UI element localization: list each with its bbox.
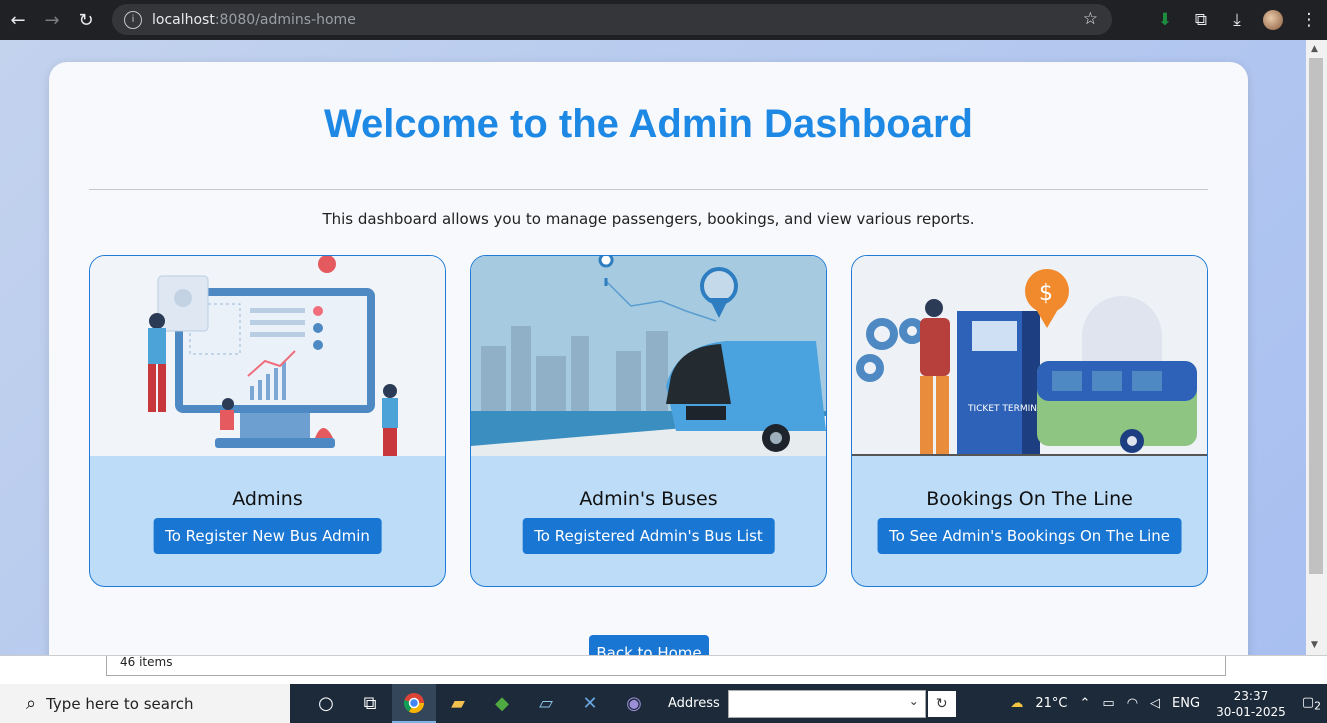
clock-date: 30-01-2025 xyxy=(1216,704,1286,719)
weather-temp[interactable]: 21°C xyxy=(1035,696,1067,711)
forward-arrow-icon[interactable]: → xyxy=(36,4,68,36)
mongodb-icon[interactable]: ◆ xyxy=(480,684,524,723)
profile-avatar[interactable] xyxy=(1255,10,1291,30)
page-title: Welcome to the Admin Dashboard xyxy=(324,102,973,146)
taskbar-search-box[interactable]: ⌕ Type here to search xyxy=(0,684,290,723)
ticket-terminal-illustration: TICKET TERMINAL $ xyxy=(852,256,1207,456)
browser-actions: ⬇ ⧉ ⤓ ⋮ xyxy=(1147,0,1327,40)
reload-icon[interactable]: ↻ xyxy=(70,4,102,36)
admin-buses-card: Admin's Buses To Registered Admin's Bus … xyxy=(470,255,827,587)
chrome-taskbar-icon[interactable] xyxy=(392,684,436,723)
extension-download-icon[interactable]: ⬇ xyxy=(1147,10,1183,30)
see-admin-bookings-button[interactable]: To See Admin's Bookings On The Line xyxy=(877,518,1182,554)
file-explorer-icon[interactable]: ▰ xyxy=(436,684,480,723)
page-viewport: Welcome to the Admin Dashboard This dash… xyxy=(0,40,1306,655)
wifi-icon[interactable]: ◠ xyxy=(1127,696,1138,711)
chevron-up-icon[interactable]: ⌃ xyxy=(1080,696,1091,711)
chevron-down-icon[interactable]: ⌄ xyxy=(909,694,919,708)
bookmark-star-icon[interactable]: ☆ xyxy=(1083,9,1098,29)
battery-icon[interactable]: ▭ xyxy=(1102,696,1114,711)
task-view-icon[interactable]: ⧉ xyxy=(348,684,392,723)
registered-admin-bus-list-button[interactable]: To Registered Admin's Bus List xyxy=(522,518,775,554)
notepad-icon[interactable]: ▱ xyxy=(524,684,568,723)
dashboard-container: Welcome to the Admin Dashboard This dash… xyxy=(49,62,1248,655)
admins-illustration xyxy=(90,256,445,456)
address-toolbar-input[interactable]: ⌄ xyxy=(727,689,926,718)
search-icon: ⌕ xyxy=(26,693,37,714)
eclipse-icon[interactable]: ◉ xyxy=(612,684,656,723)
site-info-icon[interactable]: i xyxy=(124,10,142,29)
bookings-card-title: Bookings On The Line xyxy=(926,488,1133,510)
title-divider xyxy=(89,189,1208,190)
address-label: Address xyxy=(668,696,720,711)
scroll-up-arrow-icon[interactable]: ▲ xyxy=(1311,44,1318,54)
ticket-terminal-sign: TICKET TERMINAL xyxy=(967,404,1048,414)
back-to-home-button[interactable]: Back to Home xyxy=(589,635,709,655)
scroll-down-arrow-icon[interactable]: ▼ xyxy=(1311,640,1318,650)
clock[interactable]: 23:37 30-01-2025 xyxy=(1216,688,1286,720)
page-subtitle: This dashboard allows you to manage pass… xyxy=(322,210,975,228)
system-tray: ☁ 21°C ⌃ ▭ ◠ ◁ ENG 23:37 30-01-2025 ▢2 xyxy=(1004,684,1327,723)
items-count: 46 items xyxy=(106,656,1226,676)
bus-city-illustration xyxy=(471,256,826,456)
downloads-icon[interactable]: ⤓ xyxy=(1219,10,1255,30)
url-host: localhost xyxy=(152,11,215,28)
url-path: :8080/admins-home xyxy=(214,11,356,28)
notification-count: 2 xyxy=(1314,699,1321,713)
menu-kebab-icon[interactable]: ⋮ xyxy=(1291,10,1327,30)
browser-toolbar: ← → ↻ i localhost:8080/admins-home ☆ ⬇ ⧉… xyxy=(0,0,1327,40)
search-placeholder: Type here to search xyxy=(46,694,194,713)
admin-buses-card-title: Admin's Buses xyxy=(579,488,718,510)
clock-time: 23:37 xyxy=(1233,688,1269,703)
back-arrow-icon[interactable]: ← xyxy=(2,4,34,36)
vs-code-icon[interactable]: ✕ xyxy=(568,684,612,723)
admins-card-title: Admins xyxy=(232,488,303,510)
page-scrollbar[interactable]: ▲ ▼ xyxy=(1306,40,1327,655)
volume-icon[interactable]: ◁ xyxy=(1150,696,1160,711)
language-indicator[interactable]: ENG xyxy=(1172,696,1200,711)
notification-center-icon[interactable]: ▢2 xyxy=(1302,695,1321,713)
weather-icon[interactable]: ☁ xyxy=(1010,696,1023,711)
cortana-circle-icon[interactable]: ○ xyxy=(304,684,348,723)
scrollbar-thumb[interactable] xyxy=(1309,58,1323,574)
address-go-icon[interactable]: ↻ xyxy=(927,690,956,717)
file-explorer-statusbar: 46 items xyxy=(0,655,1327,685)
windows-taskbar: ⌕ Type here to search ○ ⧉ ▰ ◆ ▱ ✕ ◉ Addr… xyxy=(0,684,1327,723)
svg-text:$: $ xyxy=(1039,281,1053,306)
bookings-card: TICKET TERMINAL $ Bookings On The Line T… xyxy=(851,255,1208,587)
register-new-bus-admin-button[interactable]: To Register New Bus Admin xyxy=(153,518,382,554)
admins-card: Admins To Register New Bus Admin xyxy=(89,255,446,587)
address-bar[interactable]: i localhost:8080/admins-home ☆ xyxy=(112,4,1112,35)
extensions-puzzle-icon[interactable]: ⧉ xyxy=(1183,10,1219,30)
